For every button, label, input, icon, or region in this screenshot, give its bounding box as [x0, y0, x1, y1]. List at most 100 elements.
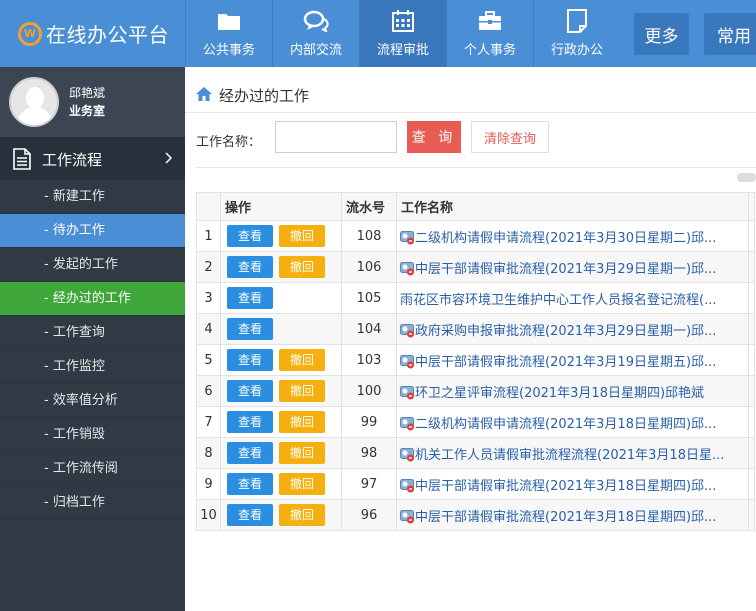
avatar[interactable] — [9, 77, 59, 127]
view-button[interactable]: 查看 — [227, 380, 273, 402]
view-button[interactable]: 查看 — [227, 504, 273, 526]
revoke-button[interactable]: 撤回 — [279, 256, 325, 278]
view-button[interactable]: 查看 — [227, 442, 273, 464]
row-work-name[interactable]: 二级机构请假申请流程(2021年3月30日星期二)邱... — [396, 220, 749, 252]
column-header-actions: 操作 — [220, 192, 342, 221]
work-name-link[interactable]: 中层干部请假审批流程(2021年3月19日星期五)邱... — [415, 355, 716, 370]
row-actions: 查看 撤回 — [220, 499, 342, 531]
row-work-name[interactable]: 中层干部请假审批流程(2021年3月19日星期五)邱... — [396, 344, 749, 376]
view-button[interactable]: 查看 — [227, 287, 273, 309]
column-header-index — [196, 192, 221, 221]
more-button[interactable]: 更多 — [634, 13, 689, 55]
sidebar-item-initiated-work[interactable]: - 发起的工作 — [0, 248, 185, 282]
work-name-link[interactable]: 二级机构请假申请流程(2021年3月18日星期四)邱... — [415, 417, 716, 432]
common-button[interactable]: 常用 — [704, 13, 756, 55]
row-work-name[interactable]: 二级机构请假申请流程(2021年3月18日星期四)邱... — [396, 406, 749, 438]
table-row[interactable]: 5 查看 撤回 103 中层干部请假审批流程(2021年3月19日星期五)邱... — [196, 344, 755, 376]
sidebar-item-workflow-circulation[interactable]: - 工作流传阅 — [0, 452, 185, 486]
revoke-button[interactable]: 撤回 — [279, 442, 325, 464]
workflow-status-icon — [400, 385, 415, 400]
row-work-name[interactable]: 环卫之星评审流程(2021年3月18日星期四)邱艳斌 — [396, 375, 749, 407]
work-name-link[interactable]: 政府采购申报审批流程(2021年3月29日星期一)邱... — [415, 324, 716, 339]
row-index: 10 — [196, 499, 221, 531]
work-name-link[interactable]: 中层干部请假审批流程(2021年3月18日星期四)邱... — [415, 510, 716, 525]
revoke-button[interactable]: 撤回 — [279, 380, 325, 402]
sidebar-section-label: 工作流程 — [42, 150, 103, 169]
revoke-button[interactable]: 撤回 — [279, 504, 325, 526]
work-name-link[interactable]: 雨花区市容环境卫生维护中心工作人员报名登记流程(... — [400, 293, 716, 308]
nav-item-public-affairs[interactable]: 公共事务 — [185, 0, 272, 67]
revoke-button[interactable]: 撤回 — [279, 473, 325, 495]
workflow-status-icon — [400, 416, 415, 431]
work-name-link[interactable]: 中层干部请假审批流程(2021年3月29日星期一)邱... — [415, 262, 716, 277]
row-actions: 查看 — [220, 282, 342, 314]
app-logo[interactable]: W 在线办公平台 — [0, 0, 185, 67]
table-row[interactable]: 7 查看 撤回 99 二级机构请假申请流程(2021年3月18日星期四)邱... — [196, 406, 755, 438]
sidebar-item-archive-work[interactable]: - 归档工作 — [0, 486, 185, 520]
workflow-status-icon — [400, 354, 415, 369]
work-name-link[interactable]: 环卫之星评审流程(2021年3月18日星期四)邱艳斌 — [415, 386, 704, 401]
row-serial-number: 100 — [341, 375, 397, 407]
nav-item-internal-communication[interactable]: 内部交流 — [272, 0, 359, 67]
view-button[interactable]: 查看 — [227, 473, 273, 495]
work-name-search-input[interactable] — [275, 121, 397, 153]
view-button[interactable]: 查看 — [227, 256, 273, 278]
view-button[interactable]: 查看 — [227, 225, 273, 247]
table-row[interactable]: 4 查看 104 政府采购申报审批流程(2021年3月29日星期一)邱... — [196, 313, 755, 345]
logo-mark-icon: W — [18, 21, 42, 46]
sidebar-item-work-destroy[interactable]: - 工作销毁 — [0, 418, 185, 452]
table-row[interactable]: 10 查看 撤回 96 中层干部请假审批流程(2021年3月18日星期四)邱... — [196, 499, 755, 531]
revoke-button[interactable]: 撤回 — [279, 349, 325, 371]
calendar-icon — [392, 9, 414, 33]
sidebar-item-new-work[interactable]: - 新建工作 — [0, 180, 185, 214]
row-actions: 查看 撤回 — [220, 375, 342, 407]
view-button[interactable]: 查看 — [227, 349, 273, 371]
table-row[interactable]: 3 查看 105 雨花区市容环境卫生维护中心工作人员报名登记流程(... — [196, 282, 755, 314]
workflow-status-icon — [400, 447, 415, 462]
clear-query-button[interactable]: 清除查询 — [471, 121, 549, 153]
row-work-name[interactable]: 政府采购申报审批流程(2021年3月29日星期一)邱... — [396, 313, 749, 345]
home-icon[interactable] — [195, 86, 213, 106]
main-content: 经办过的工作 工作名称： 查 询 清除查询 操作 流水号 工作名称 1 查看 撤回 1… — [185, 67, 756, 611]
search-label: 工作名称： — [196, 135, 262, 150]
table-row[interactable]: 6 查看 撤回 100 环卫之星评审流程(2021年3月18日星期四)邱艳斌 — [196, 375, 755, 407]
sidebar-item-pending-work[interactable]: - 待办工作 — [0, 214, 185, 248]
row-serial-number: 96 — [341, 499, 397, 531]
row-work-name[interactable]: 中层干部请假审批流程(2021年3月29日星期一)邱... — [396, 251, 749, 283]
sidebar-item-efficiency-analysis[interactable]: - 效率值分析 — [0, 384, 185, 418]
table-row[interactable]: 2 查看 撤回 106 中层干部请假审批流程(2021年3月29日星期一)邱... — [196, 251, 755, 283]
row-actions: 查看 — [220, 313, 342, 345]
nav-label: 公共事务 — [202, 43, 255, 58]
row-index: 2 — [196, 251, 221, 283]
view-button[interactable]: 查看 — [227, 318, 273, 340]
work-name-link[interactable]: 二级机构请假申请流程(2021年3月30日星期二)邱... — [415, 231, 716, 246]
row-work-name[interactable]: 中层干部请假审批流程(2021年3月18日星期四)邱... — [396, 468, 749, 500]
sidebar-item-handled-work[interactable]: - 经办过的工作 — [0, 282, 185, 316]
sidebar-item-work-query[interactable]: - 工作查询 — [0, 316, 185, 350]
table-row[interactable]: 1 查看 撤回 108 二级机构请假申请流程(2021年3月30日星期二)邱... — [196, 220, 755, 252]
horizontal-scrollbar[interactable] — [737, 173, 756, 182]
table-row[interactable]: 8 查看 撤回 98 机关工作人员请假审批流程流程(2021年3月18日星... — [196, 437, 755, 469]
user-info: 邱艳斌 业务室 — [69, 84, 105, 120]
row-extra — [748, 313, 755, 345]
table-row[interactable]: 9 查看 撤回 97 中层干部请假审批流程(2021年3月18日星期四)邱... — [196, 468, 755, 500]
row-work-name[interactable]: 中层干部请假审批流程(2021年3月18日星期四)邱... — [396, 499, 749, 531]
row-serial-number: 98 — [341, 437, 397, 469]
row-work-name[interactable]: 机关工作人员请假审批流程流程(2021年3月18日星... — [396, 437, 749, 469]
revoke-button[interactable]: 撤回 — [279, 411, 325, 433]
revoke-button[interactable]: 撤回 — [279, 225, 325, 247]
row-work-name[interactable]: 雨花区市容环境卫生维护中心工作人员报名登记流程(... — [396, 282, 749, 314]
sidebar-section-workflow[interactable]: 工作流程 — [0, 137, 185, 180]
view-button[interactable]: 查看 — [227, 411, 273, 433]
chat-icon — [303, 9, 329, 33]
query-button[interactable]: 查 询 — [407, 121, 461, 153]
nav-item-personal-affairs[interactable]: 个人事务 — [446, 0, 533, 67]
work-name-link[interactable]: 机关工作人员请假审批流程流程(2021年3月18日星... — [415, 448, 724, 463]
row-extra — [748, 282, 755, 314]
top-header: W 在线办公平台 公共事务 内部交流 流程审批 个人事务 行政办公 更多 常用 — [0, 0, 756, 67]
sidebar-item-work-monitor[interactable]: - 工作监控 — [0, 350, 185, 384]
nav-item-administrative-office[interactable]: 行政办公 — [533, 0, 620, 67]
nav-item-workflow-approval[interactable]: 流程审批 — [359, 0, 446, 67]
table-header-row: 操作 流水号 工作名称 — [196, 192, 755, 221]
work-name-link[interactable]: 中层干部请假审批流程(2021年3月18日星期四)邱... — [415, 479, 716, 494]
